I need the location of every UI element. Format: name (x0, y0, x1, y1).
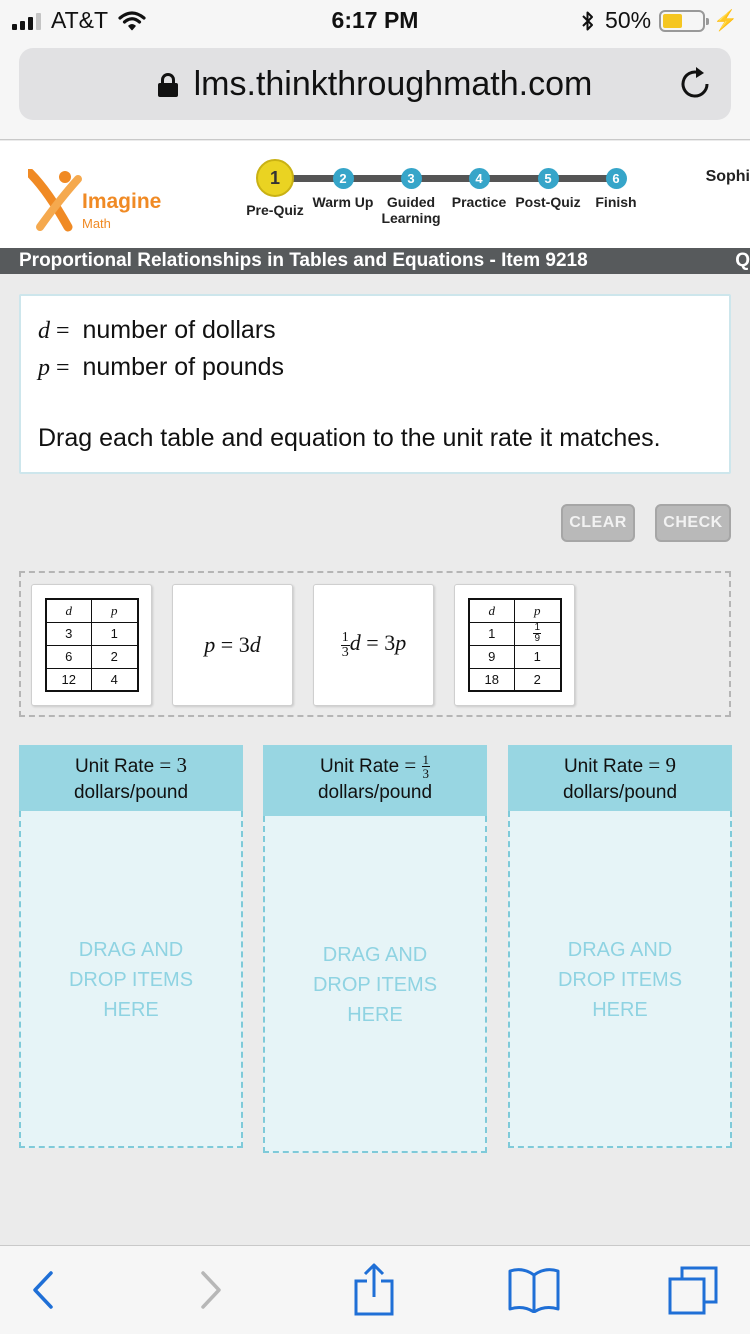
status-right: 50% ⚡ (581, 7, 738, 34)
ratio-table: dp 31 62 12 4 (44, 598, 139, 692)
step-guided-learning[interactable]: 3 Guided Learning (376, 141, 446, 226)
logo-text: Imagine (82, 190, 162, 213)
browser-toolbar (0, 1245, 750, 1334)
url-text: lms.thinkthroughmath.com (193, 65, 593, 103)
status-bar: AT&T 6:17 PM 50% ⚡ (0, 0, 750, 40)
lock-icon (157, 73, 178, 97)
check-button[interactable]: CHECK (655, 504, 731, 542)
share-button[interactable] (344, 1263, 404, 1316)
step-post-quiz[interactable]: 5 Post-Quiz (512, 141, 584, 210)
carrier-name: AT&T (51, 7, 109, 33)
charging-icon: ⚡ (713, 10, 738, 32)
drop-zone-unit-rate-one-third[interactable]: Unit Rate = 13 dollars/pound DRAG AND DRO… (263, 745, 487, 1153)
question-card: d = number of dollars p = number of pounds… (19, 294, 731, 474)
variable-definition-p: p = number of pounds (38, 353, 285, 381)
variable-definition-d: d = number of dollars (38, 316, 276, 344)
step-pre-quiz[interactable]: 1 Pre-Quiz (240, 141, 310, 218)
user-name[interactable]: Sophi (706, 168, 750, 186)
back-arrow-icon (33, 1271, 53, 1309)
lesson-title-bar: Proportional Relationships in Tables and… (0, 248, 750, 274)
app-header: Imagine Math 1 Pre-Quiz 2 Warm Up 3 Guid… (0, 141, 750, 248)
drag-tile-table-1[interactable]: dp 31 62 12 4 (31, 584, 152, 706)
clear-button[interactable]: CLEAR (561, 504, 635, 542)
equation-text: 13d = 3p (340, 629, 407, 660)
forward-arrow-icon (201, 1271, 221, 1309)
drop-hint: DRAG AND DROP ITEMS HERE (312, 944, 438, 1026)
back-button[interactable] (13, 1264, 73, 1316)
step-practice[interactable]: 4 Practice (444, 141, 514, 210)
draggable-items-tray: dp 31 62 12 4 p = 3d 13d = 3p dp 119 91 1… (19, 571, 731, 717)
status-left: AT&T (12, 7, 146, 34)
drag-tile-table-2[interactable]: dp 119 91 18 2 (454, 584, 575, 706)
bookmarks-button[interactable] (504, 1264, 564, 1316)
battery-percent: 50% (605, 7, 652, 33)
wifi-icon (118, 10, 146, 30)
drop-zone-header: Unit Rate = 13 dollars/pound (263, 745, 487, 816)
bookmarks-icon (508, 1268, 560, 1313)
ratio-table: dp 119 91 18 2 (467, 598, 562, 692)
bluetooth-icon (582, 11, 594, 30)
reload-icon[interactable] (677, 66, 713, 102)
step-warm-up[interactable]: 2 Warm Up (308, 141, 378, 210)
tabs-icon (668, 1266, 718, 1315)
lesson-title: Proportional Relationships in Tables and… (19, 250, 588, 271)
drag-tile-equation-2[interactable]: 13d = 3p (313, 584, 434, 706)
drop-zone-header: Unit Rate = 9 dollars/pound (508, 745, 732, 811)
tabs-button[interactable] (663, 1264, 723, 1316)
title-bar-right-text: Q (735, 250, 750, 271)
url-bar[interactable]: lms.thinkthroughmath.com (19, 48, 731, 120)
drop-zone-unit-rate-9[interactable]: Unit Rate = 9 dollars/pound DRAG AND DROP… (508, 745, 732, 1148)
forward-button[interactable] (181, 1264, 241, 1316)
signal-icon (12, 12, 41, 30)
drop-hint: DRAG AND DROP ITEMS HERE (68, 939, 194, 1021)
drop-zone-area[interactable]: DRAG AND DROP ITEMS HERE (263, 816, 487, 1153)
browser-address-area: lms.thinkthroughmath.com (0, 40, 750, 140)
drag-tile-equation-1[interactable]: p = 3d (172, 584, 293, 706)
equation-text: p = 3d (204, 632, 261, 657)
drop-zone-area[interactable]: DRAG AND DROP ITEMS HERE (19, 811, 243, 1148)
step-finish[interactable]: 6 Finish (581, 141, 651, 210)
drop-hint: DRAG AND DROP ITEMS HERE (557, 939, 683, 1021)
share-icon (354, 1263, 394, 1316)
drop-zone-area[interactable]: DRAG AND DROP ITEMS HERE (508, 811, 732, 1148)
drop-zone-unit-rate-3[interactable]: Unit Rate = 3 dollars/pound DRAG AND DROP… (19, 745, 243, 1148)
logo-subtext: Math (82, 216, 111, 231)
drop-zone-header: Unit Rate = 3 dollars/pound (19, 745, 243, 811)
question-instruction: Drag each table and equation to the unit… (38, 424, 661, 452)
battery-icon (659, 9, 710, 32)
